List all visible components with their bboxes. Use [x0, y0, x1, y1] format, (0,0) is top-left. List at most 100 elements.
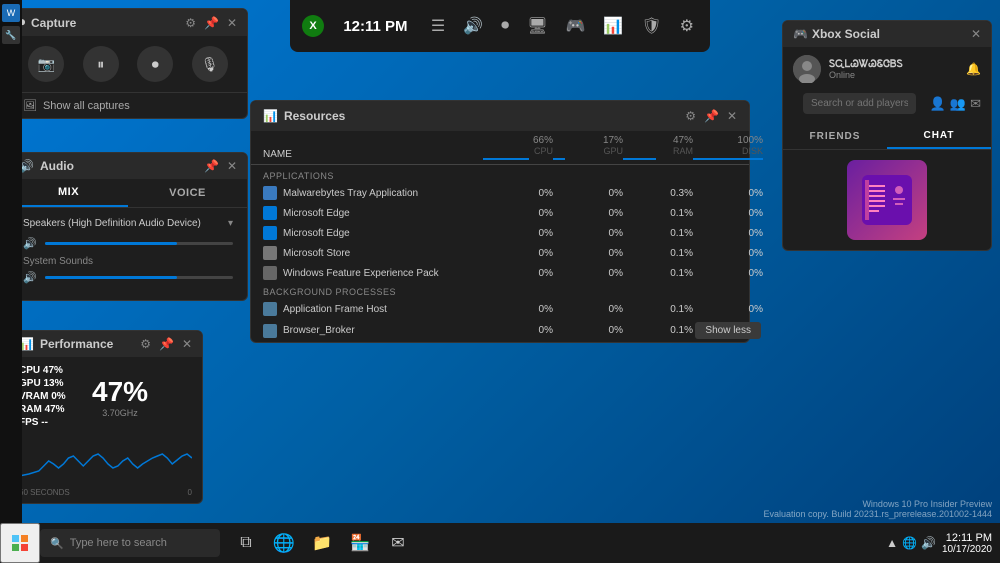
app-icon: [263, 186, 277, 200]
col-disk-label: DISK: [693, 146, 763, 156]
message-btn[interactable]: ✉: [970, 96, 981, 112]
gpu-val: 0%: [553, 208, 623, 219]
gamebar-controller-btn[interactable]: 🎮: [562, 14, 590, 38]
social-close-btn[interactable]: ✕: [971, 27, 981, 41]
gpu-val: 0%: [553, 188, 623, 199]
system-slider[interactable]: [45, 276, 233, 279]
speaker-fill: [45, 242, 177, 245]
social-tabs: FRIENDS CHAT: [783, 124, 991, 150]
perf-pin-btn[interactable]: 📌: [159, 337, 174, 351]
social-user-row: ᏚᏩᏞᏊᏔᏊᏋᏣᏴᏚ Online 🔔: [783, 47, 991, 87]
cpu-val: 0%: [483, 188, 553, 199]
record-last-btn[interactable]: ⏸: [83, 46, 119, 82]
tab-friends[interactable]: FRIENDS: [783, 124, 887, 149]
sidebar-app-2[interactable]: 🔧: [2, 26, 20, 44]
resources-pin-btn[interactable]: 📌: [704, 109, 719, 123]
capture-pin-btn[interactable]: 📌: [204, 16, 219, 30]
table-row: Microsoft Edge 0% 0% 0.1% 0%: [251, 223, 749, 243]
social-title: 🎮 Xbox Social: [793, 27, 880, 41]
ram-val: 0.1%: [623, 208, 693, 219]
taskbar-search[interactable]: 🔍 Type here to search: [40, 529, 220, 557]
audio-content: Speakers (High Definition Audio Device) …: [9, 208, 247, 300]
add-player-btn[interactable]: 👤: [930, 96, 946, 112]
search-icon: 🔍: [50, 537, 64, 550]
watermark: Windows 10 Pro Insider Preview Evaluatio…: [764, 499, 993, 519]
resources-widget: 📊 Resources ⚙ 📌 ✕ NAME 66% CPU 17% GPU: [250, 100, 750, 343]
col-gpu-pct: 17%: [553, 135, 623, 146]
gallery-icon: 🖼: [23, 99, 37, 112]
table-row: Browser_Broker 0% 0% 0.1% Show less: [251, 319, 749, 342]
perf-chart-labels: 60 SECONDS 0: [9, 488, 202, 503]
tab-mix[interactable]: MIX: [9, 179, 128, 207]
audio-tabs: MIX VOICE: [9, 179, 247, 208]
clock-time: 12:11 PM: [942, 532, 992, 544]
perf-big-display: 47% 3.70GHz: [92, 365, 148, 428]
gamebar-capture-btn[interactable]: ⏺: [497, 15, 513, 37]
tab-chat[interactable]: CHAT: [887, 124, 991, 149]
col-name: NAME: [263, 149, 292, 160]
ram-val: 0.1%: [623, 228, 693, 239]
speaker-slider[interactable]: [45, 242, 233, 245]
chrome-btn[interactable]: 🌐: [266, 523, 302, 563]
capture-close-btn[interactable]: ✕: [227, 16, 237, 30]
ram-val: 0.1%: [623, 304, 693, 315]
section-background: BACKGROUND PROCESSES: [251, 283, 749, 299]
gpu-stat: GPU 13%: [19, 378, 84, 389]
gamebar-chart-btn[interactable]: 📊: [599, 14, 627, 38]
gamebar-menu-btn[interactable]: ☰: [427, 14, 449, 38]
resources-close-btn[interactable]: ✕: [727, 109, 737, 123]
ram-val: 0.1%: [623, 248, 693, 259]
show-less-btn[interactable]: Show less: [695, 322, 761, 339]
resources-icon: 📊: [263, 109, 278, 123]
resources-settings-btn[interactable]: ⚙: [685, 109, 696, 123]
store-btn[interactable]: 🏪: [342, 523, 378, 563]
cpu-val: 0%: [483, 325, 553, 336]
perf-big-percent: 47%: [92, 376, 148, 408]
friends-btn[interactable]: 👥: [950, 96, 966, 112]
bell-icon: 🔔: [966, 62, 981, 76]
speaker-icon: 🔊: [23, 237, 37, 250]
col-cpu-label: CPU: [483, 146, 553, 156]
audio-pin-btn[interactable]: 📌: [204, 159, 219, 173]
gamebar-settings-btn[interactable]: ⚙: [676, 14, 698, 38]
gamebar-volume-btn[interactable]: 🔊: [459, 14, 487, 38]
capture-settings-btn[interactable]: ⚙: [185, 16, 196, 30]
network-icon[interactable]: 🌐: [902, 536, 917, 550]
perf-settings-btn[interactable]: ⚙: [140, 337, 151, 351]
gpu-val: 0%: [553, 325, 623, 336]
cpu-val: 0%: [483, 304, 553, 315]
social-content: [783, 150, 991, 250]
social-header: 🎮 Xbox Social ✕: [783, 21, 991, 47]
disk-val: 0%: [693, 248, 763, 259]
taskbar: 🔍 Type here to search ⧉ 🌐 📁 🏪 ✉ ▲ 🌐 🔊 12…: [0, 523, 1000, 563]
show-all-captures[interactable]: 🖼 Show all captures: [9, 92, 247, 118]
mail-btn[interactable]: ✉: [380, 523, 416, 563]
capture-title: ⏺ Capture: [19, 15, 76, 30]
gamebar-shield-btn[interactable]: 🛡: [637, 14, 665, 38]
perf-header: 📊 Performance ⚙ 📌 ✕: [9, 331, 202, 357]
capture-controls: ⚙ 📌 ✕: [185, 16, 237, 30]
record-btn[interactable]: ⏺: [137, 46, 173, 82]
taskbar-clock[interactable]: 12:11 PM 10/17/2020: [942, 532, 992, 555]
table-row: Microsoft Edge 0% 0% 0.1% 0%: [251, 203, 749, 223]
taskbar-quick-icons: ⧉ 🌐 📁 🏪 ✉: [228, 523, 416, 563]
gamebar: X 12:11 PM ☰ 🔊 ⏺ 🖥 🎮 📊 🛡 ⚙: [290, 0, 710, 52]
task-view-btn[interactable]: ⧉: [228, 523, 264, 563]
tray-up-icon[interactable]: ▲: [886, 536, 898, 550]
social-graphic: [847, 160, 927, 240]
mic-btn[interactable]: 🎙: [192, 46, 228, 82]
social-search-input[interactable]: [803, 93, 916, 114]
screenshot-btn[interactable]: 📷: [28, 46, 64, 82]
ram-val: 0.1%: [623, 325, 693, 336]
tab-voice[interactable]: VOICE: [128, 179, 247, 207]
perf-title: 📊 Performance: [19, 337, 113, 351]
cpu-val: 0%: [483, 248, 553, 259]
explorer-btn[interactable]: 📁: [304, 523, 340, 563]
gamebar-screen-btn[interactable]: 🖥: [523, 14, 551, 38]
sidebar-app-1[interactable]: W: [2, 4, 20, 22]
volume-tray-icon[interactable]: 🔊: [921, 536, 936, 550]
start-button[interactable]: [0, 523, 40, 563]
audio-close-btn[interactable]: ✕: [227, 159, 237, 173]
ram-val: 0.1%: [623, 268, 693, 279]
perf-close-btn[interactable]: ✕: [182, 337, 192, 351]
